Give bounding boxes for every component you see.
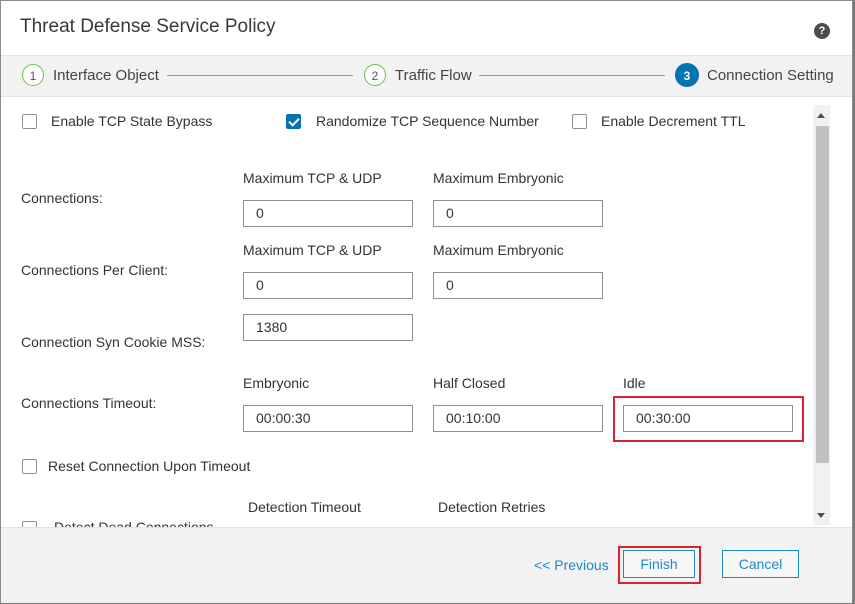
- randomize-tcp-sequence-label: Randomize TCP Sequence Number: [316, 113, 539, 129]
- idle-timeout-label: Idle: [623, 375, 646, 391]
- half-closed-timeout-label: Half Closed: [433, 375, 506, 391]
- dialog-header: Threat Defense Service Policy ?: [1, 1, 852, 55]
- dialog-title: Threat Defense Service Policy: [20, 16, 276, 37]
- embryonic-timeout-input[interactable]: 00:00:30: [243, 405, 413, 432]
- per-client-max-embryonic-input[interactable]: 0: [433, 272, 603, 299]
- tcp-state-bypass-checkbox[interactable]: [22, 114, 37, 129]
- step-3-label: Connection Setting: [707, 67, 834, 84]
- embryonic-timeout-label: Embryonic: [243, 375, 310, 391]
- tcp-state-bypass-label: Enable TCP State Bypass: [51, 113, 213, 129]
- detection-timeout-label: Detection Timeout: [248, 499, 361, 515]
- step-2-number: 2: [364, 64, 386, 86]
- cancel-button[interactable]: Cancel: [722, 550, 799, 578]
- finish-highlight: [618, 546, 701, 584]
- dialog-footer: << Previous Finish Cancel: [1, 527, 852, 603]
- connection-settings-form: Enable TCP State Bypass Randomize TCP Se…: [1, 97, 831, 527]
- per-client-max-tcp-udp-input[interactable]: 0: [243, 272, 413, 299]
- scroll-up-icon[interactable]: [817, 113, 825, 118]
- step-2-label: Traffic Flow: [395, 67, 472, 84]
- scroll-down-icon[interactable]: [817, 513, 825, 518]
- connections-per-client-label: Connections Per Client:: [21, 262, 169, 278]
- reset-connection-checkbox[interactable]: [22, 459, 37, 474]
- form-scrollbar[interactable]: [813, 105, 830, 525]
- help-icon[interactable]: ?: [814, 23, 830, 39]
- scroll-thumb[interactable]: [816, 126, 829, 463]
- decrement-ttl-label: Enable Decrement TTL: [601, 113, 746, 129]
- step-1-number: 1: [22, 64, 44, 86]
- connections-label: Connections:: [21, 190, 103, 206]
- per-client-max-tcp-udp-label: Maximum TCP & UDP: [243, 242, 382, 258]
- step-1-label: Interface Object: [53, 67, 159, 84]
- step-connector: [479, 75, 665, 76]
- connections-max-tcp-udp-input[interactable]: 0: [243, 200, 413, 227]
- max-embryonic-label: Maximum Embryonic: [433, 170, 564, 186]
- previous-button[interactable]: << Previous: [534, 557, 609, 573]
- threat-defense-service-policy-dialog: Threat Defense Service Policy ? 1 Interf…: [0, 0, 853, 603]
- decrement-ttl-checkbox[interactable]: [572, 114, 587, 129]
- reset-connection-label: Reset Connection Upon Timeout: [48, 458, 251, 474]
- syn-cookie-mss-input[interactable]: 1380: [243, 314, 413, 341]
- detect-dead-connections-label: Detect Dead Connections: [54, 519, 214, 527]
- max-tcp-udp-label: Maximum TCP & UDP: [243, 170, 382, 186]
- per-client-max-embryonic-label: Maximum Embryonic: [433, 242, 564, 258]
- detection-retries-label: Detection Retries: [438, 499, 546, 515]
- syn-cookie-mss-label: Connection Syn Cookie MSS:: [21, 334, 206, 350]
- step-connector: [167, 75, 353, 76]
- connections-max-embryonic-input[interactable]: 0: [433, 200, 603, 227]
- step-3-number: 3: [675, 63, 699, 87]
- randomize-tcp-sequence-checkbox[interactable]: [286, 114, 301, 129]
- wizard-steps: 1 Interface Object 2 Traffic Flow 3 Conn…: [1, 55, 852, 97]
- idle-timeout-highlight: [613, 396, 804, 442]
- connections-timeout-label: Connections Timeout:: [21, 395, 157, 411]
- half-closed-timeout-input[interactable]: 00:10:00: [433, 405, 603, 432]
